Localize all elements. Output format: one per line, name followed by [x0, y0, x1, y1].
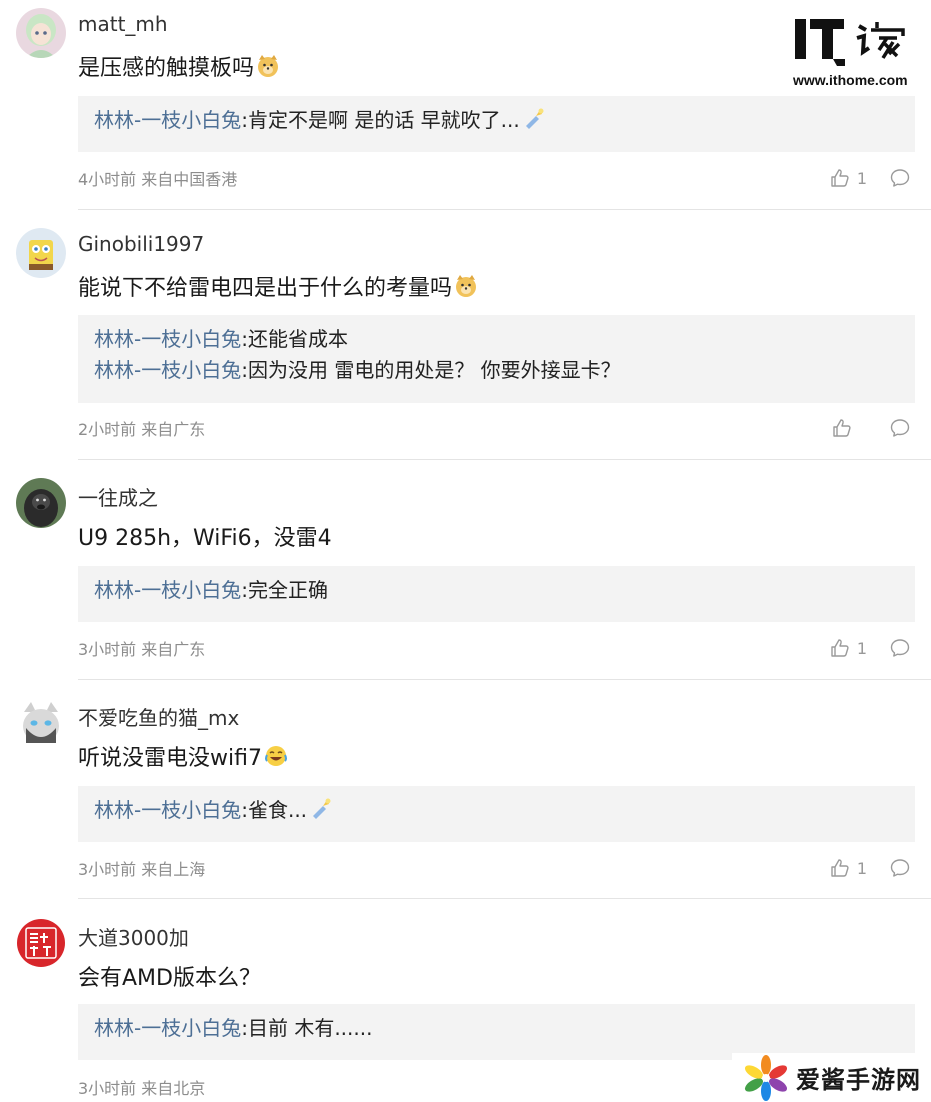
reply-text: :完全正确	[241, 578, 328, 602]
ithome-logo: www.ithome.com	[793, 14, 917, 90]
comment-meta: 3小时前 来自广东	[78, 640, 206, 659]
doge-emoji-icon	[256, 54, 280, 84]
divider	[78, 459, 931, 460]
comment-text: 能说下不给雷电四是出于什么的考量吗	[78, 270, 478, 304]
comment-meta: 2小时前 来自广东	[78, 420, 206, 439]
comment-item: Ginobili1997 能说下不给雷电四是出于什么的考量吗 林林-一枝小白兔:…	[0, 220, 931, 460]
comment-actions	[831, 416, 911, 440]
aijiang-logo-text: 爱酱手游网	[796, 1066, 921, 1094]
avatar-image	[16, 478, 66, 528]
avatar-image	[16, 918, 66, 968]
like-count: 1	[856, 858, 867, 878]
reply-text: :雀食...	[241, 798, 308, 822]
aijiang-logo: 爱酱手游网	[732, 1053, 931, 1102]
avatar-image	[16, 228, 66, 278]
comment-item: 一往成之 U9 285h，WiFi6，没雷4 林林-一枝小白兔:完全正确 3小时…	[0, 470, 931, 680]
candle-emoji-icon	[522, 106, 546, 139]
username[interactable]: Ginobili1997	[78, 232, 204, 256]
username[interactable]: matt_mh	[78, 12, 168, 36]
doge-emoji-icon	[454, 274, 478, 304]
like-button[interactable]: 1	[829, 167, 867, 189]
reply-button[interactable]	[889, 637, 911, 659]
thumbs-up-icon	[831, 417, 853, 439]
avatar-image	[16, 698, 66, 748]
thumbs-up-icon	[829, 857, 851, 879]
avatar-image	[16, 8, 66, 58]
reply-box: 林林-一枝小白兔:雀食...	[78, 786, 915, 842]
reply-text: :目前 木有......	[241, 1016, 373, 1040]
pinwheel-logo-icon	[744, 1054, 788, 1101]
reply-item: 林林-一枝小白兔:还能省成本	[94, 324, 899, 355]
candle-emoji-icon	[309, 796, 333, 829]
avatar[interactable]	[16, 478, 66, 528]
reply-item: 林林-一枝小白兔:完全正确	[94, 575, 899, 606]
reply-item: 林林-一枝小白兔:雀食...	[94, 795, 899, 829]
reply-author-link[interactable]: 林林-一枝小白兔	[94, 798, 241, 822]
reply-button[interactable]	[889, 417, 911, 439]
reply-author-link[interactable]: 林林-一枝小白兔	[94, 358, 241, 382]
like-button[interactable]: 1	[829, 637, 867, 659]
thumbs-up-icon	[829, 637, 851, 659]
comment-text: 是压感的触摸板吗	[78, 50, 280, 84]
reply-author-link[interactable]: 林林-一枝小白兔	[94, 327, 241, 351]
like-count: 1	[856, 638, 867, 658]
like-button[interactable]: 1	[829, 857, 867, 879]
divider	[78, 898, 931, 899]
comment-text: U9 285h，WiFi6，没雷4	[78, 526, 332, 551]
reply-box: 林林-一枝小白兔:还能省成本 林林-一枝小白兔:因为没用 雷电的用处是？ 你要外…	[78, 315, 915, 403]
divider	[78, 209, 931, 210]
reply-item: 林林-一枝小白兔:因为没用 雷电的用处是？ 你要外接显卡？	[94, 355, 899, 386]
laughing-crying-emoji-icon	[264, 744, 288, 774]
reply-button[interactable]	[889, 167, 911, 189]
reply-author-link[interactable]: 林林-一枝小白兔	[94, 1016, 241, 1040]
reply-box: 林林-一枝小白兔:目前 木有......	[78, 1004, 915, 1060]
divider	[78, 679, 931, 680]
comment-text: 听说没雷电没wifi7	[78, 740, 288, 774]
avatar[interactable]	[16, 918, 66, 968]
reply-box: 林林-一枝小白兔:完全正确	[78, 566, 915, 622]
thumbs-up-icon	[829, 167, 851, 189]
avatar[interactable]	[16, 698, 66, 748]
comment-meta: 3小时前 来自上海	[78, 860, 206, 879]
reply-item: 林林-一枝小白兔:目前 木有......	[94, 1013, 899, 1044]
like-count: 1	[856, 168, 867, 188]
username[interactable]: 大道3000加	[78, 922, 189, 951]
comment-item: matt_mh 是压感的触摸板吗 林林-一枝小白兔:肯定不是啊 是的话 早就吹了…	[0, 0, 931, 210]
ithome-logo-icon	[795, 19, 905, 66]
comment-item: 不爱吃鱼的猫_mx 听说没雷电没wifi7 林林-一枝小白兔:雀食... 3小时…	[0, 690, 931, 900]
avatar[interactable]	[16, 228, 66, 278]
chat-bubble-icon	[889, 857, 911, 879]
username[interactable]: 一往成之	[78, 482, 158, 511]
comment-text: 会有AMD版本么？	[78, 966, 261, 991]
reply-button[interactable]	[889, 857, 911, 879]
ithome-url: www.ithome.com	[793, 72, 908, 88]
chat-bubble-icon	[889, 417, 911, 439]
reply-text: :因为没用 雷电的用处是？ 你要外接显卡？	[241, 358, 621, 382]
reply-text: :还能省成本	[241, 327, 348, 351]
reply-text: :肯定不是啊 是的话 早就吹了...	[241, 108, 520, 132]
chat-bubble-icon	[889, 167, 911, 189]
avatar[interactable]	[16, 8, 66, 58]
comment-actions: 1	[829, 636, 911, 660]
comment-meta: 3小时前 来自北京	[78, 1079, 206, 1098]
chat-bubble-icon	[889, 637, 911, 659]
reply-author-link[interactable]: 林林-一枝小白兔	[94, 578, 241, 602]
reply-box: 林林-一枝小白兔:肯定不是啊 是的话 早就吹了...	[78, 96, 915, 152]
like-button[interactable]	[831, 417, 867, 439]
comment-meta: 4小时前 来自中国香港	[78, 170, 238, 189]
reply-item: 林林-一枝小白兔:肯定不是啊 是的话 早就吹了...	[94, 105, 899, 139]
username[interactable]: 不爱吃鱼的猫_mx	[78, 702, 239, 731]
comment-actions: 1	[829, 856, 911, 880]
comment-actions: 1	[829, 166, 911, 190]
reply-author-link[interactable]: 林林-一枝小白兔	[94, 108, 241, 132]
